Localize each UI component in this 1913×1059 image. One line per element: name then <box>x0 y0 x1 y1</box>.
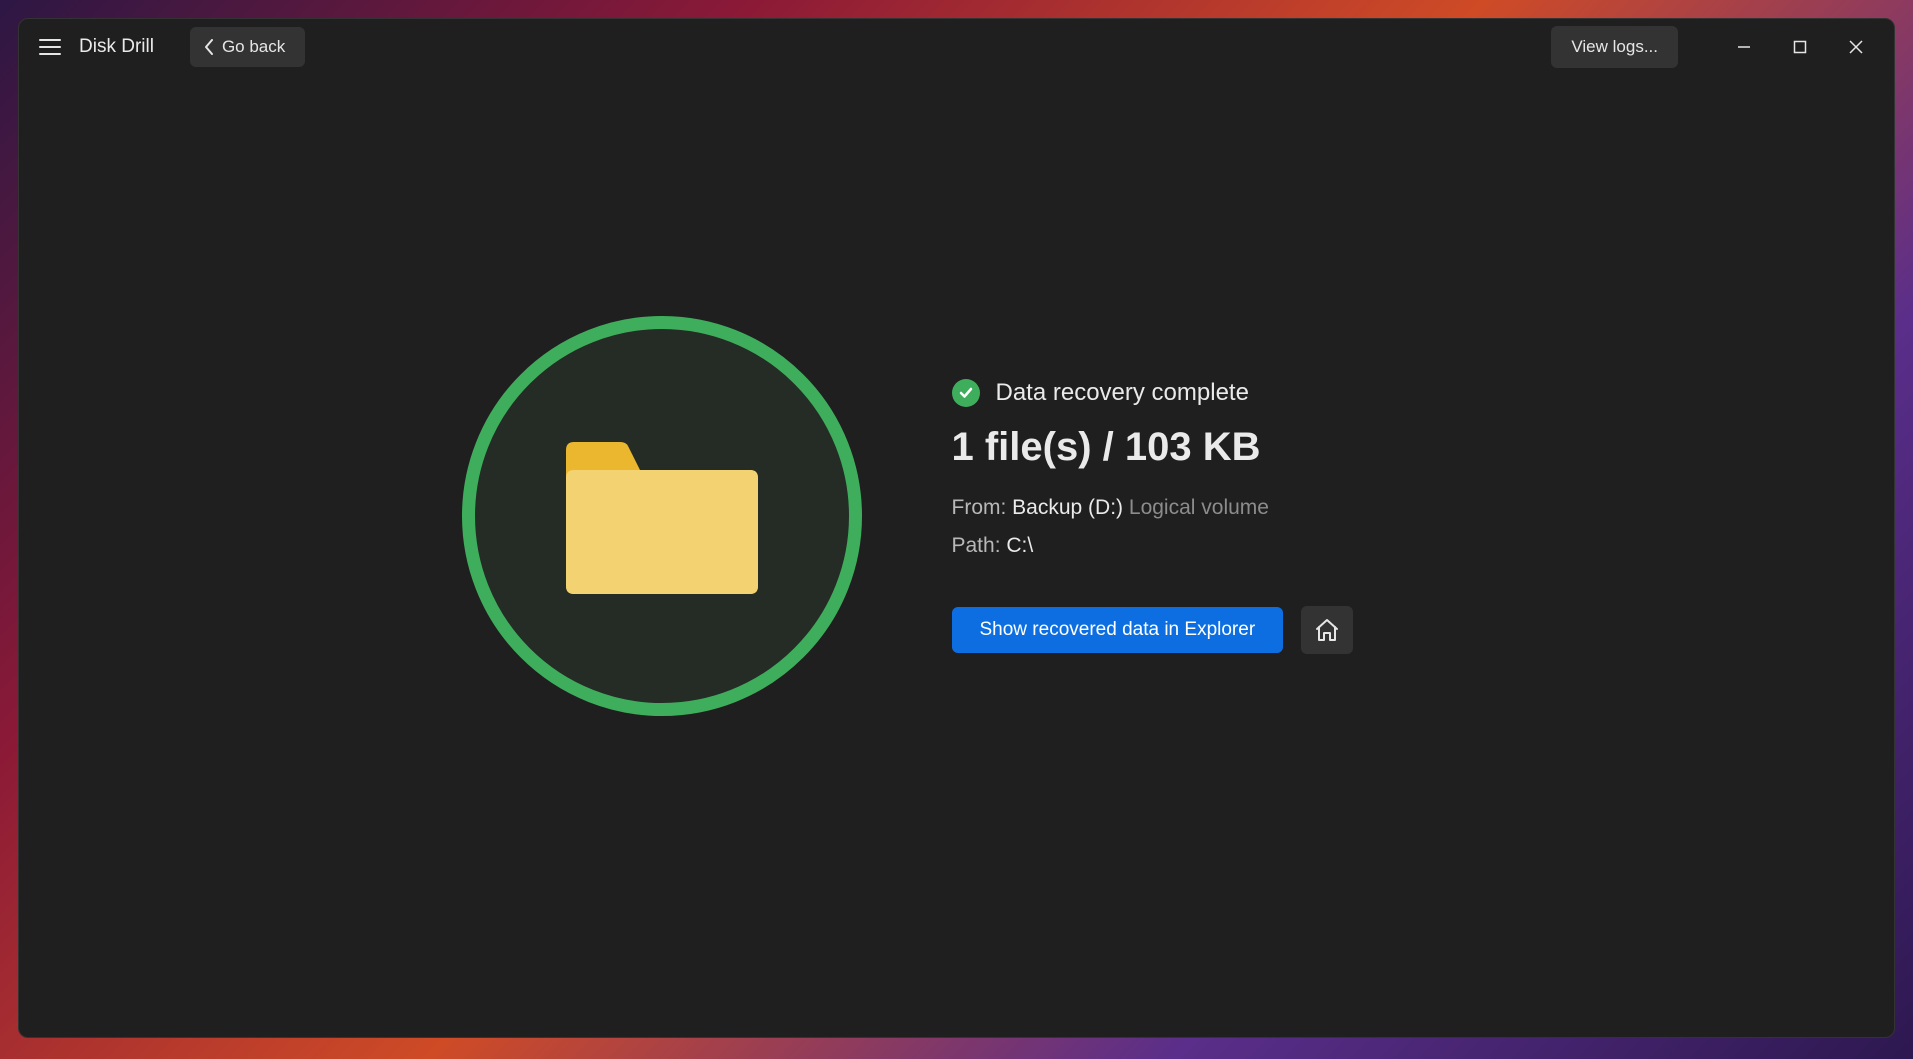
hamburger-icon <box>39 39 61 55</box>
show-in-explorer-button[interactable]: Show recovered data in Explorer <box>952 607 1284 653</box>
go-back-label: Go back <box>222 37 285 57</box>
path-label: Path: <box>952 534 1001 557</box>
folder-icon <box>562 436 762 596</box>
close-icon <box>1849 40 1863 54</box>
maximize-button[interactable] <box>1776 29 1824 65</box>
app-window: Disk Drill Go back View logs... <box>18 18 1895 1038</box>
success-circle <box>462 316 862 716</box>
view-logs-label: View logs... <box>1571 37 1658 56</box>
path-value: C:\ <box>1006 534 1033 557</box>
close-button[interactable] <box>1832 29 1880 65</box>
action-row: Show recovered data in Explorer <box>952 606 1452 654</box>
from-row: From: Backup (D:) Logical volume <box>952 496 1452 520</box>
titlebar: Disk Drill Go back View logs... <box>19 19 1894 75</box>
menu-button[interactable] <box>33 30 67 64</box>
chevron-left-icon <box>204 39 214 55</box>
app-title: Disk Drill <box>79 36 154 58</box>
home-button[interactable] <box>1301 606 1353 654</box>
success-badge <box>952 379 980 407</box>
recovery-headline: 1 file(s) / 103 KB <box>952 425 1452 470</box>
info-panel: Data recovery complete 1 file(s) / 103 K… <box>952 379 1452 654</box>
from-label: From: <box>952 496 1007 519</box>
path-row: Path: C:\ <box>952 534 1452 558</box>
status-line: Data recovery complete <box>952 379 1452 407</box>
go-back-button[interactable]: Go back <box>190 27 305 67</box>
window-controls <box>1720 29 1880 65</box>
minimize-button[interactable] <box>1720 29 1768 65</box>
minimize-icon <box>1737 40 1751 54</box>
maximize-icon <box>1793 40 1807 54</box>
check-icon <box>959 387 973 399</box>
show-in-explorer-label: Show recovered data in Explorer <box>980 619 1256 640</box>
from-type: Logical volume <box>1129 496 1269 519</box>
status-text: Data recovery complete <box>996 379 1249 407</box>
home-icon <box>1314 618 1340 642</box>
content-area: Data recovery complete 1 file(s) / 103 K… <box>19 75 1894 1037</box>
from-value: Backup (D:) <box>1012 496 1123 519</box>
view-logs-button[interactable]: View logs... <box>1551 26 1678 68</box>
